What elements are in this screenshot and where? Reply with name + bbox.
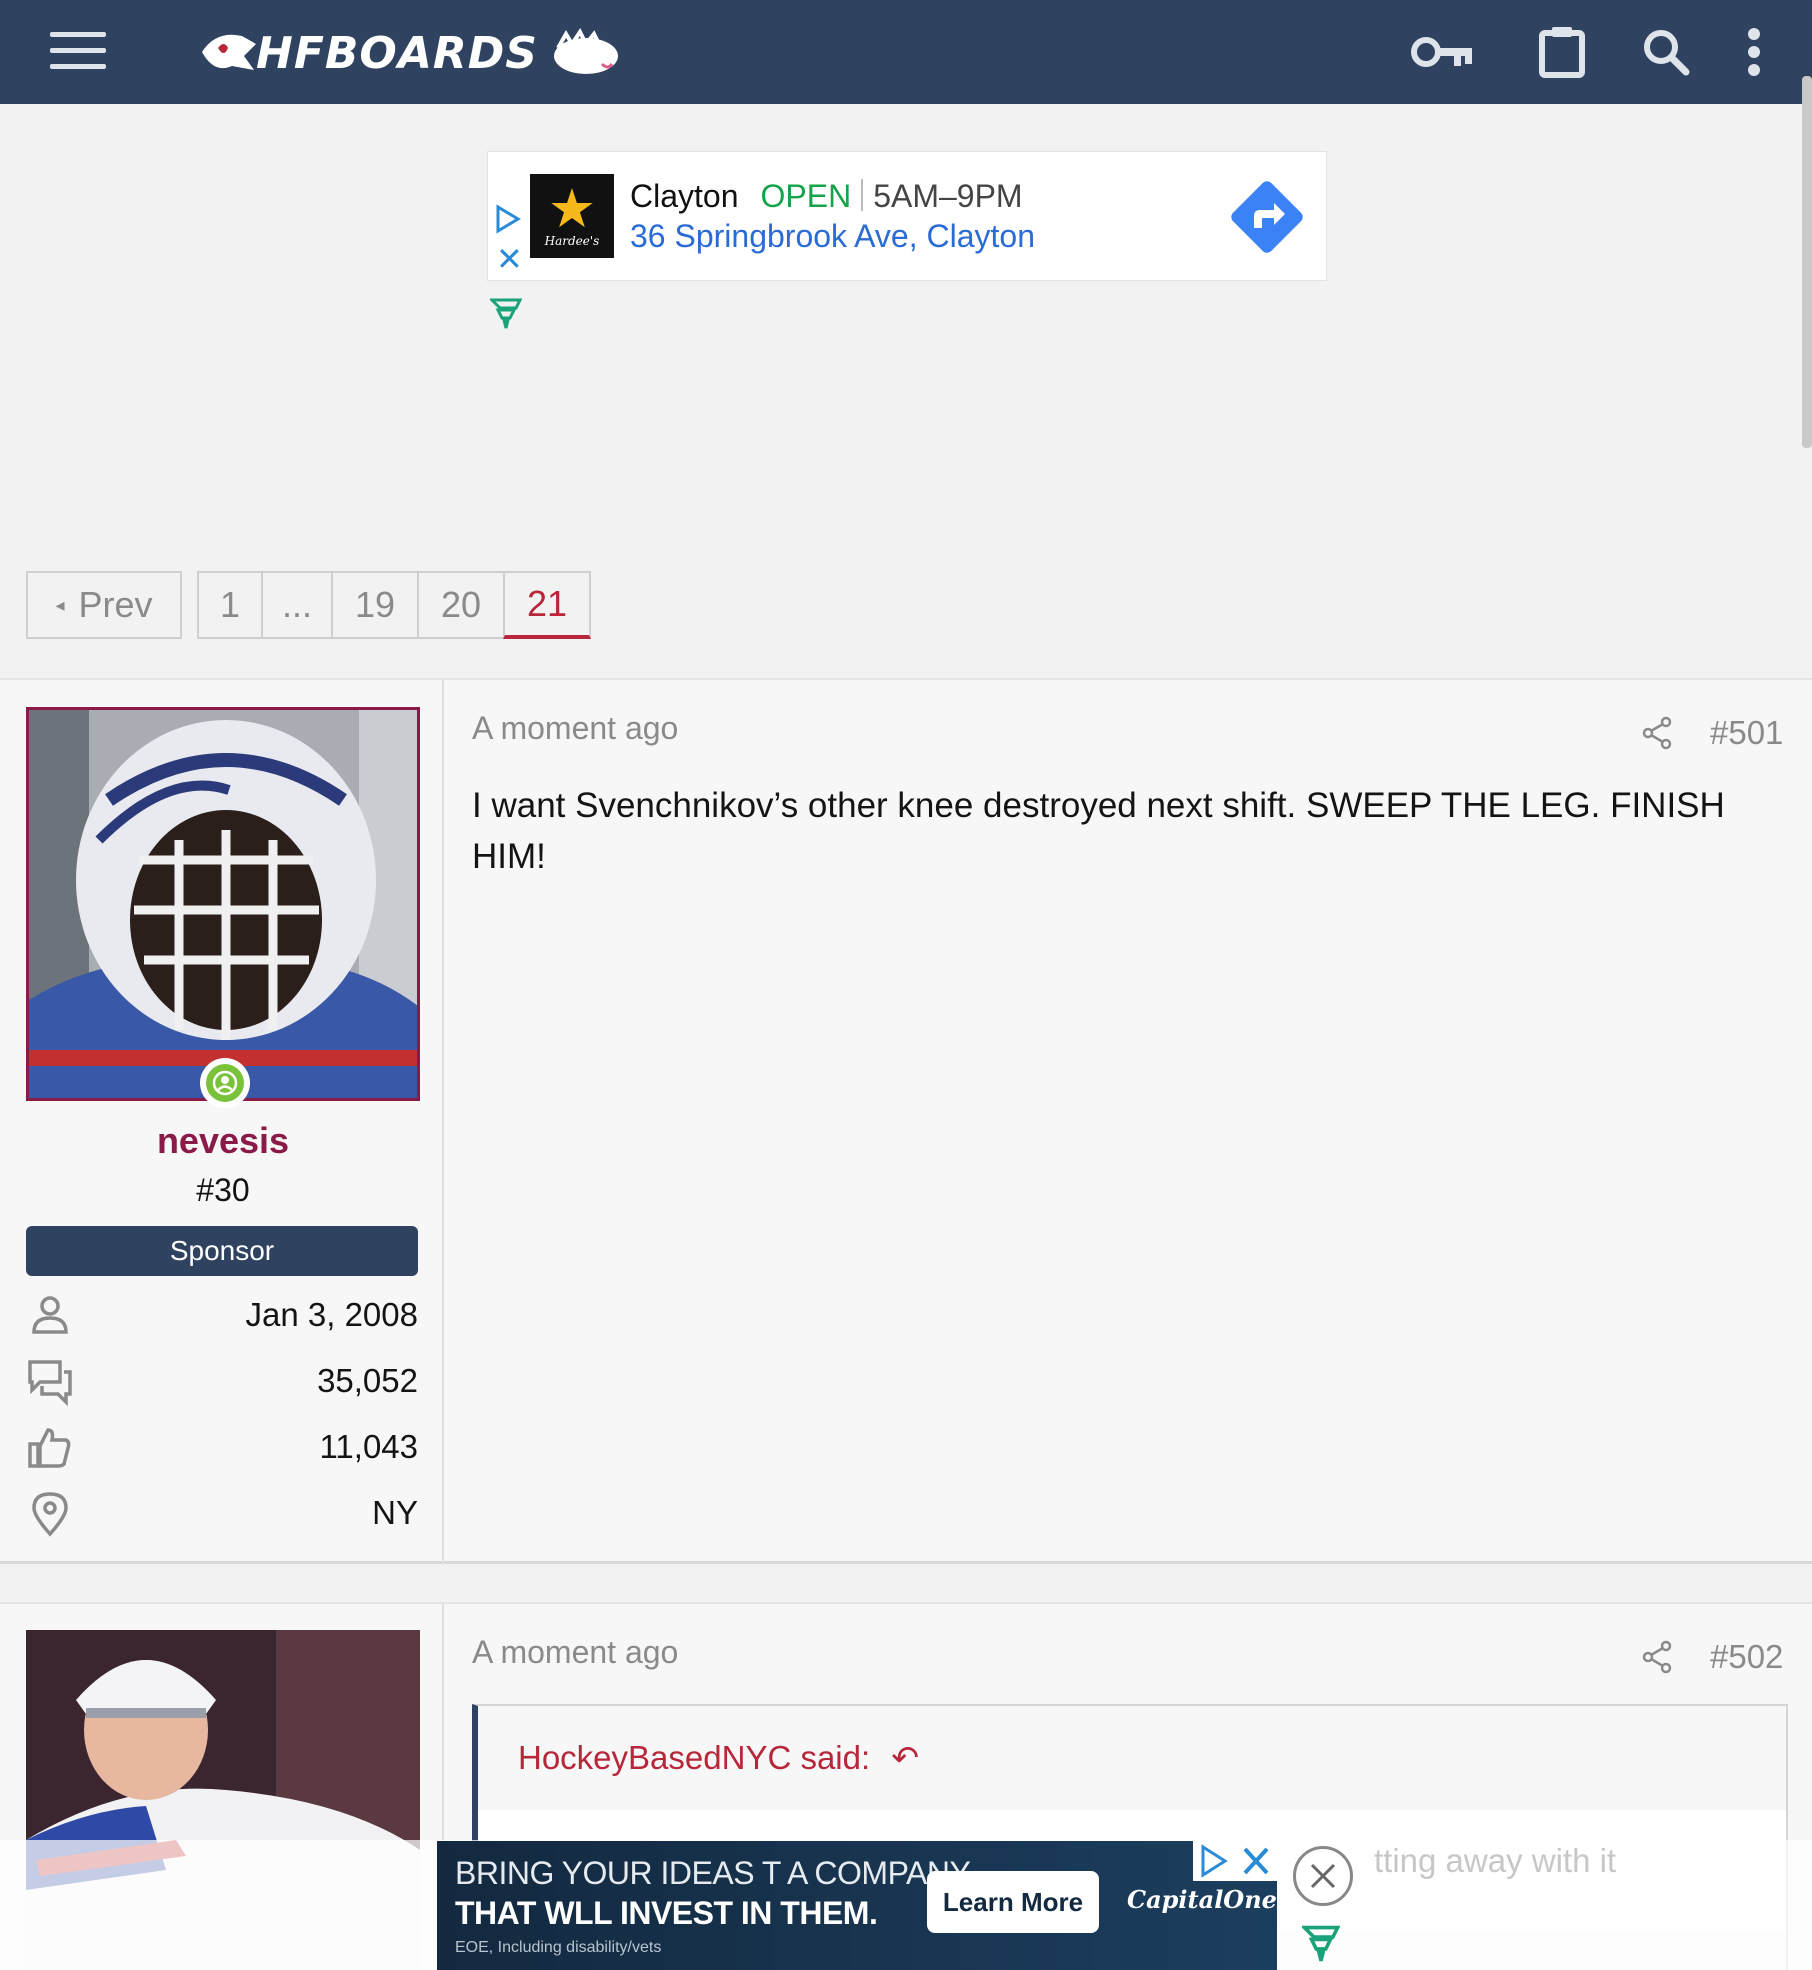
freestar-logo-icon [1302, 1925, 1340, 1962]
ad-banner-bottom[interactable]: BRING YOUR IDEAS T A COMPANY THAT WLL IN… [437, 1841, 1277, 1970]
directions-icon[interactable] [1228, 178, 1306, 256]
ad-hours: 5AM–9PM [873, 178, 1023, 214]
user-stat-joined: Jan 3, 2008 [26, 1288, 418, 1340]
ad-choices-icon[interactable] [494, 204, 522, 234]
freestar-logo-icon [490, 298, 522, 329]
post-number-link[interactable]: #502 [1710, 1638, 1783, 1676]
pagination-prev-button[interactable]: ◂ Prev [26, 571, 182, 639]
comments-icon [28, 1360, 72, 1406]
search-icon[interactable] [1634, 22, 1698, 82]
page-21-current[interactable]: 21 [503, 571, 591, 639]
more-vertical-icon[interactable] [1722, 22, 1786, 82]
ad-disclaimer: EOE, Including disability/vets [455, 1939, 662, 1956]
learn-more-button[interactable]: Learn More [927, 1871, 1099, 1933]
post-message-body: I want Svenchnikov’s other knee destroye… [472, 786, 1725, 876]
site-logo[interactable]: HFBOARDS [196, 22, 626, 82]
share-icon[interactable] [1640, 716, 1674, 750]
ad-headline: Clayton OPEN 5AM–9PM [630, 178, 1023, 215]
user-icon [32, 1296, 68, 1334]
post-timestamp[interactable]: A moment ago [472, 710, 678, 747]
page-19-button[interactable]: 19 [331, 571, 419, 639]
online-status-indicator [200, 1058, 250, 1108]
close-sticky-ad-button[interactable] [1293, 1846, 1353, 1906]
caret-left-icon: ◂ [55, 594, 65, 615]
location-pin-icon [32, 1492, 68, 1537]
page-scrollbar[interactable] [1802, 76, 1812, 448]
user-stat-reactions: 11,043 [26, 1420, 418, 1472]
post-number-link[interactable]: #501 [1710, 714, 1783, 752]
top-navigation-bar: HFBOARDS [0, 0, 1812, 104]
advertiser-brand: CapitalOne [1127, 1885, 1277, 1914]
page-1-button[interactable]: 1 [197, 571, 263, 639]
user-stat-messages: 35,052 [26, 1354, 418, 1406]
ad-open-status: OPEN [760, 178, 852, 214]
ad-line-2: THAT WLL INVEST IN THEM. [455, 1895, 878, 1931]
user-message-count: 35,052 [317, 1362, 418, 1399]
share-icon[interactable] [1640, 1640, 1674, 1674]
post-501: nevesis #30 Sponsor Jan 3, 2008 35,052 1… [0, 678, 1812, 1564]
ad-choices-icon [1201, 1844, 1228, 1878]
user-joined-date: Jan 3, 2008 [245, 1296, 418, 1333]
jump-to-quote-icon[interactable]: ↶ [891, 1739, 919, 1776]
user-stat-location: NY [26, 1486, 418, 1538]
avatar[interactable] [26, 707, 420, 1101]
user-circle-icon [212, 1070, 238, 1096]
username[interactable]: nevesis [26, 1120, 420, 1162]
user-title: #30 [196, 1172, 250, 1208]
quote-author-link[interactable]: HockeyBasedNYC said: ↶ [518, 1738, 919, 1777]
post-user-column: nevesis #30 Sponsor Jan 3, 2008 35,052 1… [0, 680, 444, 1563]
clipboard-icon[interactable] [1530, 22, 1594, 82]
page-20-button[interactable]: 20 [417, 571, 505, 639]
thumbs-up-icon [28, 1428, 71, 1468]
ad-line-1: BRING YOUR IDEAS T A COMPANY [455, 1855, 971, 1891]
advertiser-logo: ★ Hardee's [530, 174, 614, 258]
ad-address[interactable]: 36 Springbrook Ave, Clayton [630, 218, 1035, 255]
close-icon [1310, 1863, 1336, 1889]
logo-text: HFBOARDS [256, 28, 538, 79]
post-timestamp[interactable]: A moment ago [472, 1634, 678, 1671]
logo-mascot-right [554, 28, 618, 74]
ad-location-name: Clayton [630, 178, 739, 214]
star-icon: ★ [547, 179, 597, 239]
quote-text-fragment: tting away with it [1374, 1842, 1617, 1879]
user-reaction-score: 11,043 [319, 1428, 418, 1465]
ad-close-icon [1243, 1847, 1269, 1875]
page-ellipsis-button[interactable]: ... [261, 571, 333, 639]
user-location: NY [372, 1494, 418, 1531]
ad-close-icon[interactable]: ✕ [496, 243, 523, 275]
ad-choices[interactable] [1193, 1841, 1277, 1881]
ad-banner-top[interactable]: ✕ ★ Hardee's Clayton OPEN 5AM–9PM 36 Sprin… [487, 151, 1327, 281]
key-icon[interactable] [1410, 22, 1474, 82]
menu-icon[interactable] [50, 32, 106, 72]
user-banner-sponsor: Sponsor [26, 1226, 418, 1276]
